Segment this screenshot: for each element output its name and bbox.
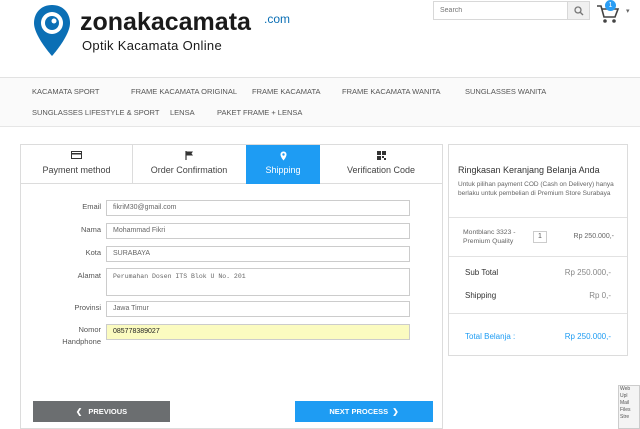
nav-item-frame-kacamata-wanita[interactable]: FRAME KACAMATA WANITA <box>342 87 440 96</box>
widget-item[interactable]: Stre <box>619 414 639 421</box>
provinsi-field[interactable]: Jawa Timur <box>106 301 410 317</box>
previous-button[interactable]: ❮ PREVIOUS <box>33 401 170 422</box>
shipping-value: Rp 0,- <box>589 291 611 300</box>
next-label: NEXT PROCESS <box>329 407 389 416</box>
search-box <box>433 1 590 20</box>
chevron-right-icon: ❯ <box>392 407 399 416</box>
summary-title: Ringkasan Keranjang Belanja Anda <box>458 165 600 175</box>
handphone-field[interactable]: 085778389027 <box>106 324 410 340</box>
divider <box>449 313 627 314</box>
summary-note: Untuk pilihan payment COD (Cash on Deliv… <box>458 181 614 197</box>
nav-item-lensa[interactable]: LENSA <box>170 108 195 117</box>
site-header: zonakacamata .com Optik Kacamata Online … <box>0 0 640 78</box>
total-label: Total Belanja : <box>465 332 516 341</box>
widget-item[interactable]: Files <box>619 407 639 414</box>
step-label: Payment method <box>42 165 111 175</box>
nama-field[interactable]: Mohammad Fikri <box>106 223 410 239</box>
shipping-label: Shipping <box>465 291 497 300</box>
nav-item-paket-frame-lensa[interactable]: PAKET FRAME + LENSA <box>217 108 302 117</box>
email-field[interactable]: fikriM30@gmail.com <box>106 200 410 216</box>
main-nav: KACAMATA SPORT FRAME KACAMATA ORIGINAL F… <box>0 78 640 127</box>
alamat-textarea[interactable]: Perumahan Dosen ITS Blok U No. 201 <box>106 268 410 296</box>
chevron-down-icon[interactable]: ▾ <box>626 7 630 15</box>
kota-label: Kota <box>85 248 101 257</box>
location-pin-logo-icon[interactable] <box>32 3 72 59</box>
checkout-panel: Payment method Order Confirmation Shippi… <box>20 144 443 429</box>
step-label: Verification Code <box>346 165 416 175</box>
step-label: Order Confirmation <box>150 165 228 175</box>
step-shipping[interactable]: Shipping <box>246 145 320 184</box>
cart-count-badge: 1 <box>605 0 616 11</box>
step-label: Shipping <box>265 165 301 175</box>
subtotal-value: Rp 250.000,- <box>564 268 611 277</box>
step-payment-method[interactable]: Payment method <box>21 145 132 184</box>
chevron-left-icon: ❮ <box>75 407 83 416</box>
credit-card-icon <box>21 151 132 163</box>
nav-item-sunglasses-lifestyle-sport[interactable]: SUNGLASSES LIFESTYLE & SPORT <box>32 108 159 117</box>
nav-item-frame-kacamata-original[interactable]: FRAME KACAMATA ORIGINAL <box>131 87 237 96</box>
search-icon <box>573 5 583 15</box>
map-marker-icon <box>246 151 320 163</box>
search-input[interactable] <box>434 2 564 19</box>
divider <box>449 217 627 218</box>
widget-item[interactable]: Web <box>619 386 639 393</box>
nama-label: Nama <box>80 225 101 234</box>
total-value: Rp 250.000,- <box>564 332 611 341</box>
step-verification-code[interactable]: Verification Code <box>320 145 442 184</box>
next-process-button[interactable]: NEXT PROCESS ❯ <box>295 401 433 422</box>
item-price: Rp 250.000,- <box>573 233 614 240</box>
alamat-label: Alamat <box>77 271 101 280</box>
subtotal-label: Sub Total <box>465 268 499 277</box>
qrcode-icon <box>320 151 442 163</box>
item-quantity[interactable]: 1 <box>533 231 547 243</box>
divider <box>449 256 627 257</box>
checkout-steps: Payment method Order Confirmation Shippi… <box>21 145 442 184</box>
nav-item-kacamata-sport[interactable]: KACAMATA SPORT <box>32 87 100 96</box>
email-label: Email <box>82 202 101 211</box>
previous-label: PREVIOUS <box>88 407 128 416</box>
widget-item[interactable]: Mail <box>619 400 639 407</box>
brand-tagline: Optik Kacamata Online <box>82 38 222 53</box>
nav-item-frame-kacamata[interactable]: FRAME KACAMATA <box>252 87 320 96</box>
widget-item[interactable]: Upl <box>619 393 639 400</box>
brand-name[interactable]: zonakacamata <box>80 8 251 37</box>
step-order-confirmation[interactable]: Order Confirmation <box>133 145 245 184</box>
side-share-widget[interactable]: Web Upl Mail Files Stre <box>618 385 640 429</box>
search-button[interactable] <box>567 2 589 19</box>
nomor-label: Nomor <box>78 325 101 334</box>
nav-item-sunglasses-wanita[interactable]: SUNGLASSES WANITA <box>465 87 546 96</box>
item-name[interactable]: Montblanc 3323 - Premium Quality <box>463 228 527 246</box>
flag-icon <box>133 151 245 163</box>
provinsi-label: Provinsi <box>74 303 101 312</box>
kota-field[interactable]: SURABAYA <box>106 246 410 262</box>
handphone-label: Handphone <box>62 337 101 346</box>
cart-summary: Ringkasan Keranjang Belanja Anda Untuk p… <box>448 144 628 356</box>
brand-domain: .com <box>264 12 291 26</box>
